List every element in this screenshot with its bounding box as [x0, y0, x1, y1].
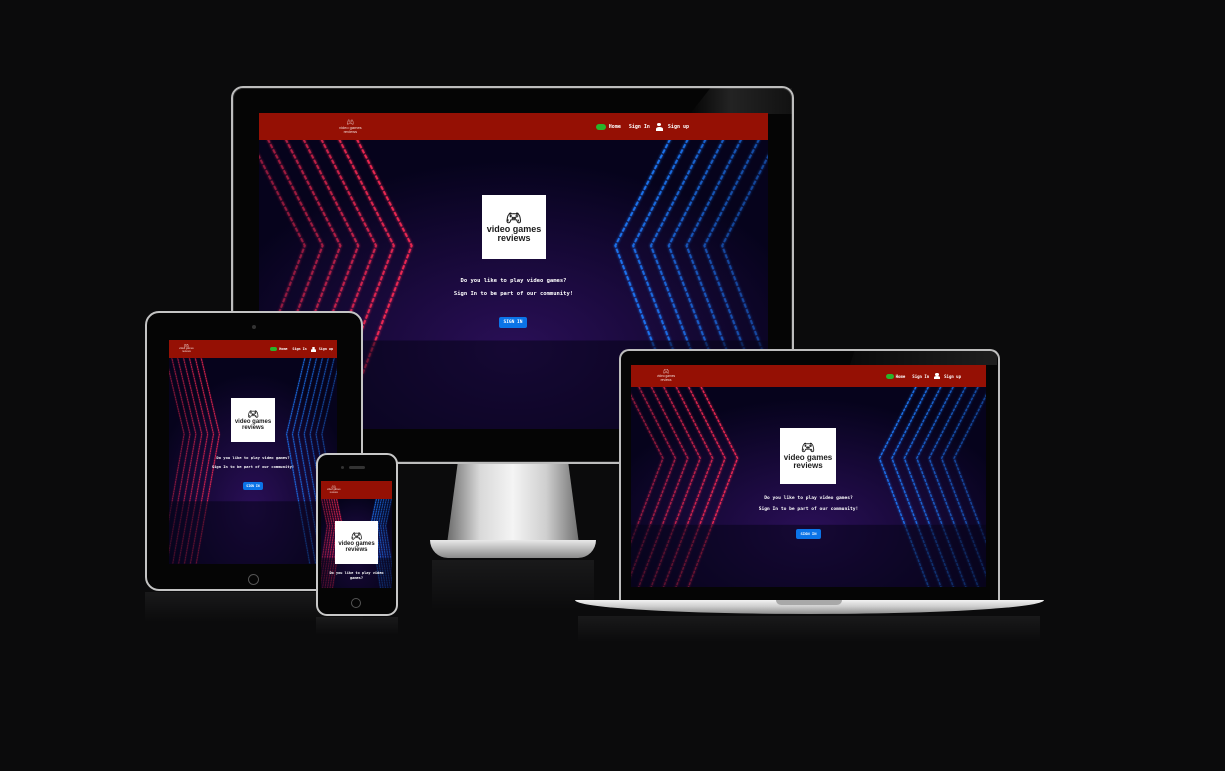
nav-home-link[interactable]: Home [270, 347, 287, 351]
nav-logo[interactable]: 🎮︎ video games reviews [657, 370, 675, 381]
nav-home-link[interactable]: Home [595, 123, 621, 130]
nav-signin-label: Sign In [628, 123, 650, 130]
hero-logo-text-2: reviews [793, 460, 823, 470]
gamepad-icon: 🎮︎ [505, 210, 523, 225]
nav-signup-link[interactable]: Sign up [934, 373, 961, 379]
nav-home-label: Home [895, 373, 906, 379]
laptop-glare [850, 351, 997, 365]
nav-signup-link[interactable]: Sign up [310, 346, 333, 352]
gamepad-icon: 🎮︎ [247, 408, 259, 419]
gamepad-icon: 🎮︎ [350, 531, 363, 541]
nav-logo-text-2: reviews [343, 128, 358, 134]
user-plus-icon [934, 373, 942, 379]
hero-logo: 🎮︎ video games reviews [335, 521, 378, 564]
nav-home-link[interactable]: Home [885, 373, 906, 379]
nav-logo[interactable]: 🎮︎ video games reviews [327, 485, 341, 494]
nav-signup-label: Sign up [667, 123, 689, 130]
nav-signup-link[interactable]: Sign up [655, 122, 689, 131]
nav-links: Home Sign In Sign up [885, 373, 961, 379]
nav-signin-label: Sign In [292, 347, 307, 351]
gamepad-icon [885, 373, 894, 379]
hero-signin-button[interactable]: SIGN IN [796, 529, 821, 539]
phone-reflection [316, 617, 398, 635]
nav-logo-text-2: reviews [660, 377, 672, 382]
user-plus-icon [655, 122, 666, 131]
nav-logo[interactable]: 🎮︎ video games reviews [179, 344, 194, 353]
nav-signin-link[interactable]: Sign In [292, 347, 306, 351]
navbar: 🎮︎ video games reviews Home Sign In Sign… [169, 340, 337, 358]
hero-logo-text-2: reviews [497, 233, 531, 243]
hero-signin-button[interactable]: SIGN IN [499, 317, 527, 328]
tablet-screen: 🎮︎ video games reviews Home Sign In Sign… [169, 340, 337, 564]
phone-camera [341, 466, 344, 469]
hero-subline: Sign In to be part of our community! [453, 291, 574, 297]
gamepad-icon: 🎮︎ [801, 441, 815, 454]
user-plus-icon [310, 346, 318, 352]
hero-subline: Sign In to be part of our community! [758, 507, 859, 512]
hero-headline: Do you like to play video games? [764, 496, 853, 501]
monitor-reflection [432, 560, 594, 610]
phone-screen: 🎮︎ video games reviews 🎮︎ video games re… [321, 481, 392, 588]
nav-home-label: Home [279, 347, 288, 351]
laptop-notch [776, 600, 842, 605]
hero-logo: 🎮︎ video games reviews [482, 195, 546, 259]
hero-headline: Do you like to play video games? [460, 278, 567, 284]
tablet-home-button [248, 574, 259, 585]
phone-speaker [349, 466, 365, 469]
hero-logo-text-2: reviews [345, 547, 368, 553]
hero-subline: Sign In to be part of our community! [211, 464, 295, 469]
tablet-camera [252, 325, 256, 329]
monitor-stand [447, 464, 579, 544]
nav-signin-link[interactable]: Sign In [912, 374, 929, 379]
nav-signin-link[interactable]: Sign In [629, 124, 650, 130]
navbar: 🎮︎ video games reviews Home Sign In Sign… [259, 113, 768, 140]
monitor-stand-base [430, 540, 596, 558]
gamepad-icon [595, 123, 606, 130]
nav-links: Home Sign In Sign up [595, 122, 689, 131]
nav-signup-label: Sign up [944, 373, 961, 379]
hero-signin-button[interactable]: SIGN IN [243, 482, 263, 490]
hero-logo: 🎮︎ video games reviews [780, 428, 836, 484]
neon-hero-background [169, 340, 337, 564]
laptop-screen: 🎮︎ video games reviews Home Sign In Sign… [631, 365, 986, 587]
hero-floor [169, 501, 337, 564]
hero-logo: 🎮︎ video games reviews [231, 398, 275, 442]
nav-home-label: Home [608, 123, 621, 130]
hero-headline: Do you like to play video games? [329, 571, 384, 580]
hero-logo-text-2: reviews [241, 424, 265, 431]
navbar: 🎮︎ video games reviews [321, 481, 392, 499]
nav-logo-text-2: reviews [181, 350, 191, 353]
nav-signin-label: Sign In [912, 373, 930, 379]
laptop-reflection [578, 616, 1040, 642]
nav-logo[interactable]: 🎮︎ video games reviews [339, 120, 362, 134]
navbar: 🎮︎ video games reviews Home Sign In Sign… [631, 365, 986, 387]
hero-headline: Do you like to play video games? [216, 455, 290, 460]
nav-logo-text-2: reviews [329, 490, 338, 494]
gamepad-icon [270, 347, 278, 351]
phone-home-button [351, 598, 361, 608]
nav-signup-label: Sign up [318, 347, 333, 351]
nav-links: Home Sign In Sign up [270, 346, 333, 352]
